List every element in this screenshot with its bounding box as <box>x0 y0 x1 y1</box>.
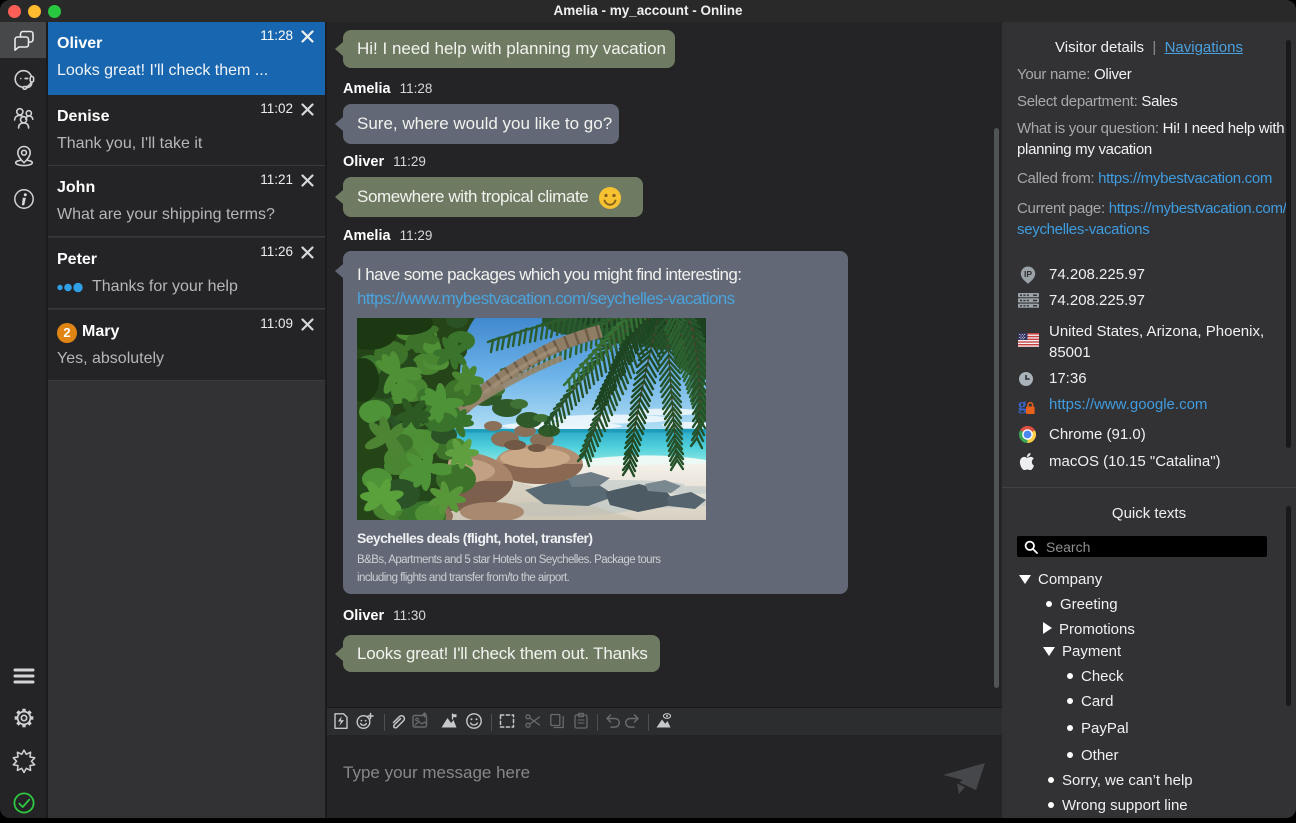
svg-text:g: g <box>1018 396 1027 414</box>
svg-text:IP: IP <box>1024 269 1032 279</box>
